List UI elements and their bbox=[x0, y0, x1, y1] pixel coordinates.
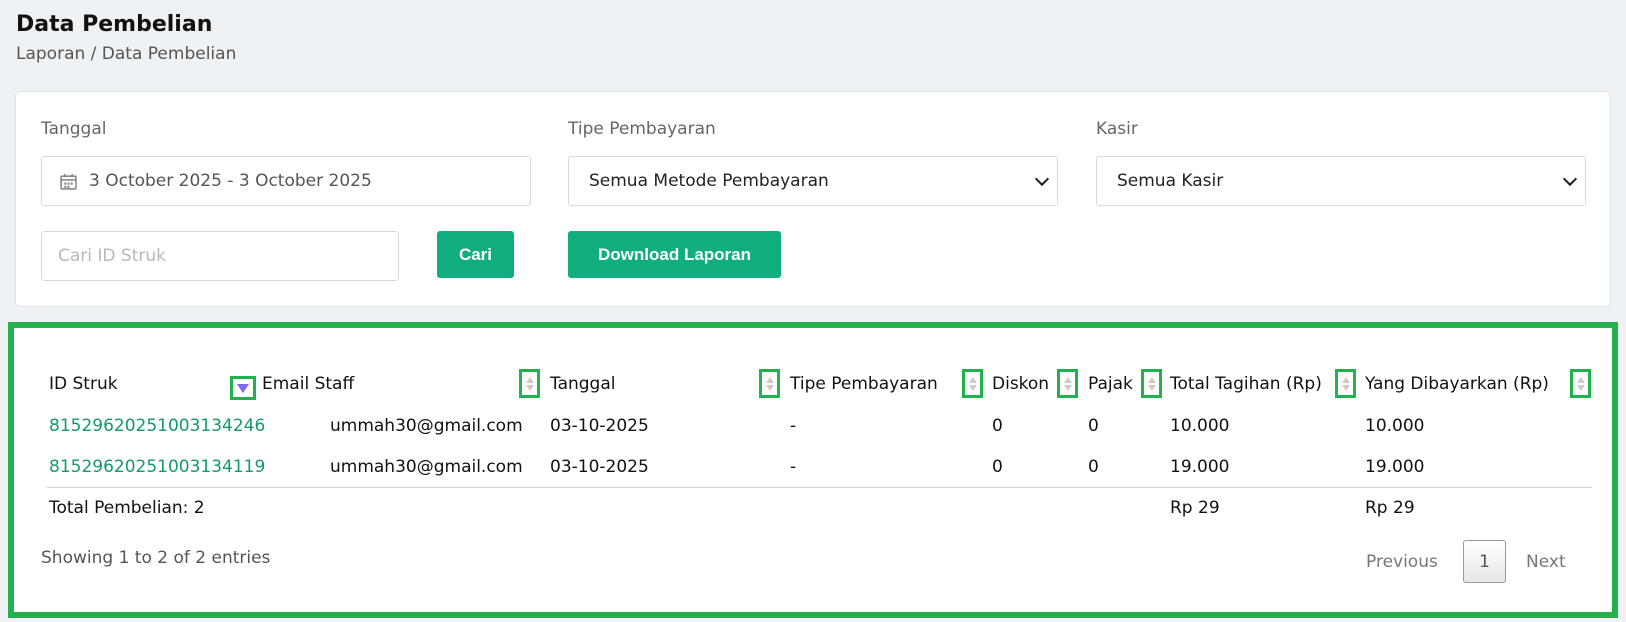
download-report-button[interactable]: Download Laporan bbox=[568, 231, 781, 278]
table-footer-divider bbox=[47, 487, 1592, 488]
table-cell-date: 03-10-2025 bbox=[550, 457, 649, 477]
total-bill-sum: Rp 29 bbox=[1170, 498, 1220, 518]
search-button[interactable]: Cari bbox=[437, 231, 514, 278]
table-cell-tax: 0 bbox=[1088, 457, 1099, 477]
chevron-down-icon bbox=[1034, 171, 1050, 186]
pagination-page-1[interactable]: 1 bbox=[1463, 540, 1506, 583]
sort-icon[interactable] bbox=[1141, 369, 1162, 398]
table-cell-amount-paid: 19.000 bbox=[1365, 457, 1425, 477]
table-cell-payment-type: - bbox=[790, 416, 797, 436]
sort-icon[interactable] bbox=[519, 369, 540, 398]
total-paid-sum: Rp 29 bbox=[1365, 498, 1415, 518]
column-header-diskon[interactable]: Diskon bbox=[992, 374, 1049, 394]
payment-type-label: Tipe Pembayaran bbox=[568, 119, 716, 139]
receipt-id-link[interactable]: 81529620251003134119 bbox=[49, 457, 265, 477]
payment-type-select[interactable]: Semua Metode Pembayaran bbox=[568, 156, 1058, 206]
cashier-value: Semua Kasir bbox=[1117, 171, 1224, 191]
table-cell-discount: 0 bbox=[992, 457, 1003, 477]
column-header-tanggal[interactable]: Tanggal bbox=[550, 374, 616, 394]
column-header-id-struk[interactable]: ID Struk bbox=[49, 374, 118, 394]
date-range-value: 3 October 2025 - 3 October 2025 bbox=[89, 171, 372, 191]
date-range-picker[interactable]: 3 October 2025 - 3 October 2025 bbox=[41, 156, 531, 206]
table-cell-total-bill: 19.000 bbox=[1170, 457, 1230, 477]
date-label: Tanggal bbox=[41, 119, 107, 139]
sort-icon[interactable] bbox=[962, 369, 983, 398]
sort-desc-icon[interactable] bbox=[230, 376, 256, 400]
table-cell-tax: 0 bbox=[1088, 416, 1099, 436]
column-header-total-tagihan[interactable]: Total Tagihan (Rp) bbox=[1170, 374, 1322, 394]
page-title: Data Pembelian bbox=[16, 12, 213, 37]
table-cell-discount: 0 bbox=[992, 416, 1003, 436]
payment-type-value: Semua Metode Pembayaran bbox=[589, 171, 829, 191]
column-header-tipe-pembayaran[interactable]: Tipe Pembayaran bbox=[790, 374, 938, 394]
column-header-email-staff[interactable]: Email Staff bbox=[262, 374, 354, 394]
sort-icon[interactable] bbox=[759, 369, 780, 398]
table-cell-total-bill: 10.000 bbox=[1170, 416, 1230, 436]
table-cell-email: ummah30@gmail.com bbox=[330, 457, 523, 477]
sort-icon[interactable] bbox=[1335, 369, 1356, 398]
table-cell-date: 03-10-2025 bbox=[550, 416, 649, 436]
cashier-select[interactable]: Semua Kasir bbox=[1096, 156, 1586, 206]
table-cell-email: ummah30@gmail.com bbox=[330, 416, 523, 436]
pagination-previous[interactable]: Previous bbox=[1366, 552, 1438, 572]
table-cell-amount-paid: 10.000 bbox=[1365, 416, 1425, 436]
sort-icon[interactable] bbox=[1057, 369, 1078, 398]
calendar-icon bbox=[60, 173, 77, 190]
receipt-id-link[interactable]: 81529620251003134246 bbox=[49, 416, 265, 436]
total-purchases-label: Total Pembelian: 2 bbox=[49, 498, 205, 518]
receipt-id-search-input[interactable]: Cari ID Struk bbox=[41, 231, 399, 281]
breadcrumb: Laporan / Data Pembelian bbox=[16, 44, 237, 64]
cashier-label: Kasir bbox=[1096, 119, 1138, 139]
entries-info: Showing 1 to 2 of 2 entries bbox=[41, 548, 271, 568]
column-header-pajak[interactable]: Pajak bbox=[1088, 374, 1133, 394]
column-header-yang-dibayarkan[interactable]: Yang Dibayarkan (Rp) bbox=[1365, 374, 1549, 394]
table-cell-payment-type: - bbox=[790, 457, 797, 477]
pagination-next[interactable]: Next bbox=[1526, 552, 1566, 572]
sort-icon[interactable] bbox=[1570, 369, 1591, 398]
chevron-down-icon bbox=[1562, 171, 1578, 186]
search-placeholder: Cari ID Struk bbox=[58, 246, 166, 266]
